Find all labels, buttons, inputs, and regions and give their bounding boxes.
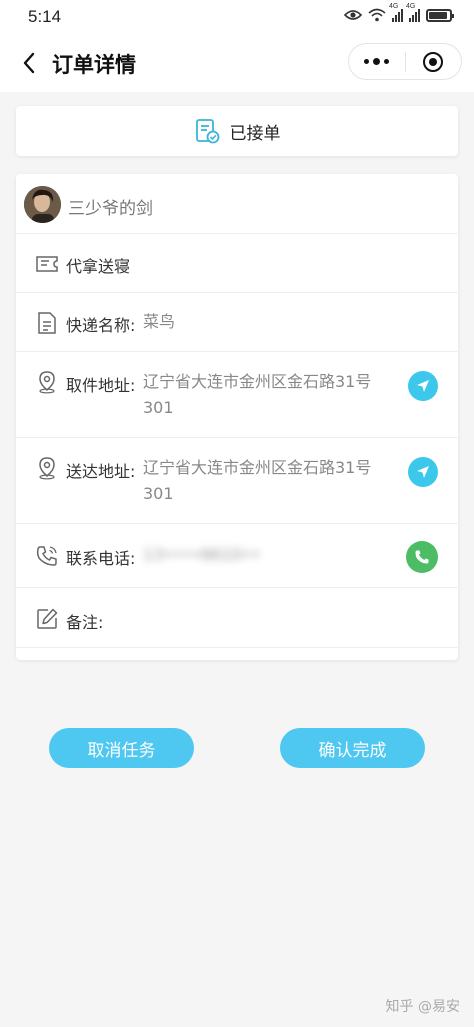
status-icons: 4G 4G	[344, 3, 454, 22]
page-title: 订单详情	[52, 53, 136, 77]
signal-icon-2: 4G	[406, 3, 420, 22]
target-icon	[423, 51, 444, 72]
more-button[interactable]	[349, 44, 405, 79]
username: 三少爷的剑	[68, 199, 153, 219]
service-name: 代拿送寝	[66, 257, 131, 276]
order-detail-card: 三少爷的剑 代拿送寝 快递名称: 菜鸟 取件地址: 辽宁省大连市金州区金石路31…	[16, 174, 458, 660]
express-value: 菜鸟	[143, 312, 176, 331]
wifi-icon	[368, 8, 386, 22]
service-row: 代拿送寝	[16, 234, 458, 293]
phone-label: 联系电话:	[66, 549, 136, 568]
more-dots-icon	[364, 58, 390, 65]
navigation-arrow-icon	[417, 380, 429, 392]
avatar-image	[24, 186, 61, 223]
pickup-row: 取件地址: 辽宁省大连市金州区金石路31号301	[16, 352, 458, 438]
network-type-2: 4G	[406, 3, 416, 10]
eye-icon	[344, 10, 362, 20]
delivery-address: 辽宁省大连市金州区金石路31号301	[143, 458, 372, 503]
phone-value-redacted: 13••••8610••	[143, 545, 261, 564]
network-type-1: 4G	[389, 3, 399, 10]
mini-program-capsule	[348, 43, 462, 80]
document-icon	[38, 312, 56, 334]
confirm-complete-button[interactable]: 确认完成	[280, 728, 425, 768]
watermark: 知乎 @易安	[385, 999, 460, 1015]
pickup-navigate-button[interactable]	[408, 371, 438, 401]
nav-bar: 订单详情	[0, 34, 474, 92]
ticket-icon	[36, 256, 58, 272]
phone-icon	[36, 546, 57, 566]
call-button[interactable]	[406, 541, 438, 573]
close-mini-program-button[interactable]	[406, 44, 462, 79]
navigation-arrow-icon	[417, 466, 429, 478]
location-pin-icon	[39, 371, 55, 394]
pickup-address: 辽宁省大连市金州区金石路31号301	[143, 372, 372, 417]
order-checked-icon	[195, 119, 219, 144]
status-time: 5:14	[28, 7, 62, 26]
chevron-left-icon	[23, 52, 35, 74]
cancel-task-button[interactable]: 取消任务	[49, 728, 194, 768]
delivery-navigate-button[interactable]	[408, 457, 438, 487]
back-button[interactable]	[14, 48, 44, 78]
status-bar: 5:14 4G 4G	[0, 0, 474, 34]
express-row: 快递名称: 菜鸟	[16, 293, 458, 352]
order-status-text: 已接单	[229, 123, 281, 144]
location-pin-icon	[39, 457, 55, 480]
note-row: 备注:	[16, 588, 458, 648]
user-row: 三少爷的剑	[16, 174, 458, 234]
order-status-card: 已接单	[16, 106, 458, 156]
delivery-label: 送达地址:	[66, 462, 136, 481]
express-label: 快递名称:	[66, 316, 136, 335]
phone-row: 联系电话: 13••••8610••	[16, 524, 458, 588]
pickup-label: 取件地址:	[66, 376, 136, 395]
delivery-row: 送达地址: 辽宁省大连市金州区金石路31号301	[16, 438, 458, 524]
avatar[interactable]	[24, 186, 61, 223]
signal-icon-1: 4G	[389, 3, 403, 22]
battery-icon	[426, 8, 454, 22]
note-label: 备注:	[66, 613, 104, 632]
battery-fill	[429, 11, 447, 19]
phone-handset-icon	[415, 550, 429, 564]
edit-icon	[37, 608, 58, 629]
